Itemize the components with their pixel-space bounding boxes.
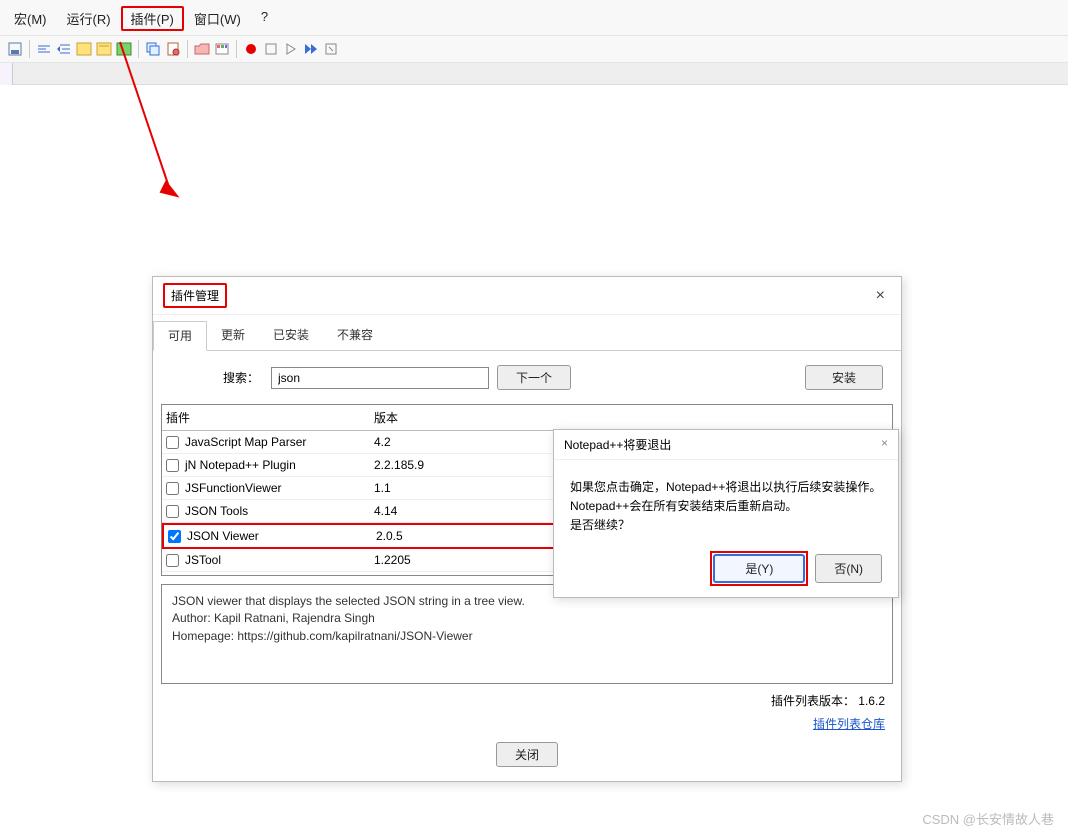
list-version-label: 插件列表版本：	[771, 694, 855, 708]
annotation-arrow	[110, 40, 180, 200]
close-icon[interactable]: ×	[870, 287, 891, 305]
separator	[236, 40, 237, 58]
dialog-footer: 插件列表版本： 1.6.2 插件列表仓库	[153, 692, 901, 732]
plugin-version: 2.2.185.9	[370, 454, 490, 476]
menubar: 宏(M) 运行(R) 插件(P) 窗口(W) ?	[0, 0, 1068, 36]
plugin-version: 4.2	[370, 431, 490, 453]
confirm-title: Notepad++将要退出	[564, 436, 671, 453]
plugin-version: 1.7.5	[370, 572, 490, 576]
plugin-description: JSON viewer that displays the selected J…	[161, 584, 893, 684]
plugin-name: JavaScript Map Parser	[185, 435, 306, 449]
close-button[interactable]: 关闭	[496, 742, 558, 767]
play-icon[interactable]	[282, 40, 300, 58]
menu-macro[interactable]: 宏(M)	[4, 6, 57, 31]
align-icon[interactable]	[35, 40, 53, 58]
close-icon[interactable]: ×	[881, 436, 888, 453]
install-button[interactable]: 安装	[805, 365, 883, 390]
dialog-title: 插件管理	[163, 283, 227, 308]
plugin-version: 2.0.5	[372, 525, 492, 547]
plugin-name: jN Notepad++ Plugin	[185, 458, 296, 472]
plugin-name: JSON Tools	[185, 504, 248, 518]
tab-available[interactable]: 可用	[153, 321, 207, 351]
plugin-version: 1.2205	[370, 549, 490, 571]
menu-window[interactable]: 窗口(W)	[184, 6, 251, 31]
stop-icon[interactable]	[262, 40, 280, 58]
plugin-name: JSTool	[185, 553, 221, 567]
row-checkbox[interactable]	[166, 505, 179, 518]
dialog-tabs: 可用 更新 已安装 不兼容	[153, 315, 901, 351]
row-checkbox[interactable]	[166, 482, 179, 495]
col-version[interactable]: 版本	[370, 405, 490, 430]
outdent-icon[interactable]	[75, 40, 93, 58]
col-plugin[interactable]: 插件	[162, 405, 370, 430]
tab-updates[interactable]: 更新	[207, 321, 259, 350]
row-checkbox[interactable]	[166, 459, 179, 472]
folder-red-icon[interactable]	[193, 40, 211, 58]
menu-plugins[interactable]: 插件(P)	[121, 6, 184, 31]
dialog-titlebar: 插件管理 ×	[153, 277, 901, 315]
search-row: 搜索： 下一个 安装	[153, 351, 901, 404]
row-checkbox[interactable]	[166, 554, 179, 567]
separator	[29, 40, 30, 58]
repo-link[interactable]: 插件列表仓库	[813, 715, 885, 732]
confirm-dialog: Notepad++将要退出 × 如果您点击确定，Notepad++将退出以执行后…	[553, 429, 899, 598]
search-label: 搜索：	[223, 369, 259, 386]
no-button[interactable]: 否(N)	[815, 554, 882, 583]
separator	[187, 40, 188, 58]
table-header: 插件 版本	[162, 405, 892, 431]
plugin-version: 1.1	[370, 477, 490, 499]
search-input[interactable]	[271, 367, 489, 389]
forward-icon[interactable]	[302, 40, 320, 58]
menu-help[interactable]: ?	[251, 6, 278, 31]
plugin-name: JSON Viewer	[187, 529, 259, 543]
palette-icon[interactable]	[213, 40, 231, 58]
plugin-name: JSFunctionViewer	[185, 481, 282, 495]
confirm-body: 如果您点击确定，Notepad++将退出以执行后续安装操作。Notepad++会…	[554, 460, 898, 542]
watermark: CSDN @长安情故人巷	[922, 809, 1054, 828]
tab-incompatible[interactable]: 不兼容	[323, 321, 387, 350]
tool-icon[interactable]	[322, 40, 340, 58]
record-icon[interactable]	[242, 40, 260, 58]
yes-button[interactable]: 是(Y)	[713, 554, 805, 583]
row-checkbox[interactable]	[168, 530, 181, 543]
plugin-version: 4.14	[370, 500, 490, 522]
indent-in-icon[interactable]	[55, 40, 73, 58]
tab-installed[interactable]: 已安装	[259, 321, 323, 350]
confirm-titlebar: Notepad++将要退出 ×	[554, 430, 898, 460]
row-checkbox[interactable]	[166, 436, 179, 449]
menu-run[interactable]: 运行(R)	[57, 6, 121, 31]
list-version: 1.6.2	[858, 694, 885, 708]
next-button[interactable]: 下一个	[497, 365, 571, 390]
save-icon[interactable]	[6, 40, 24, 58]
